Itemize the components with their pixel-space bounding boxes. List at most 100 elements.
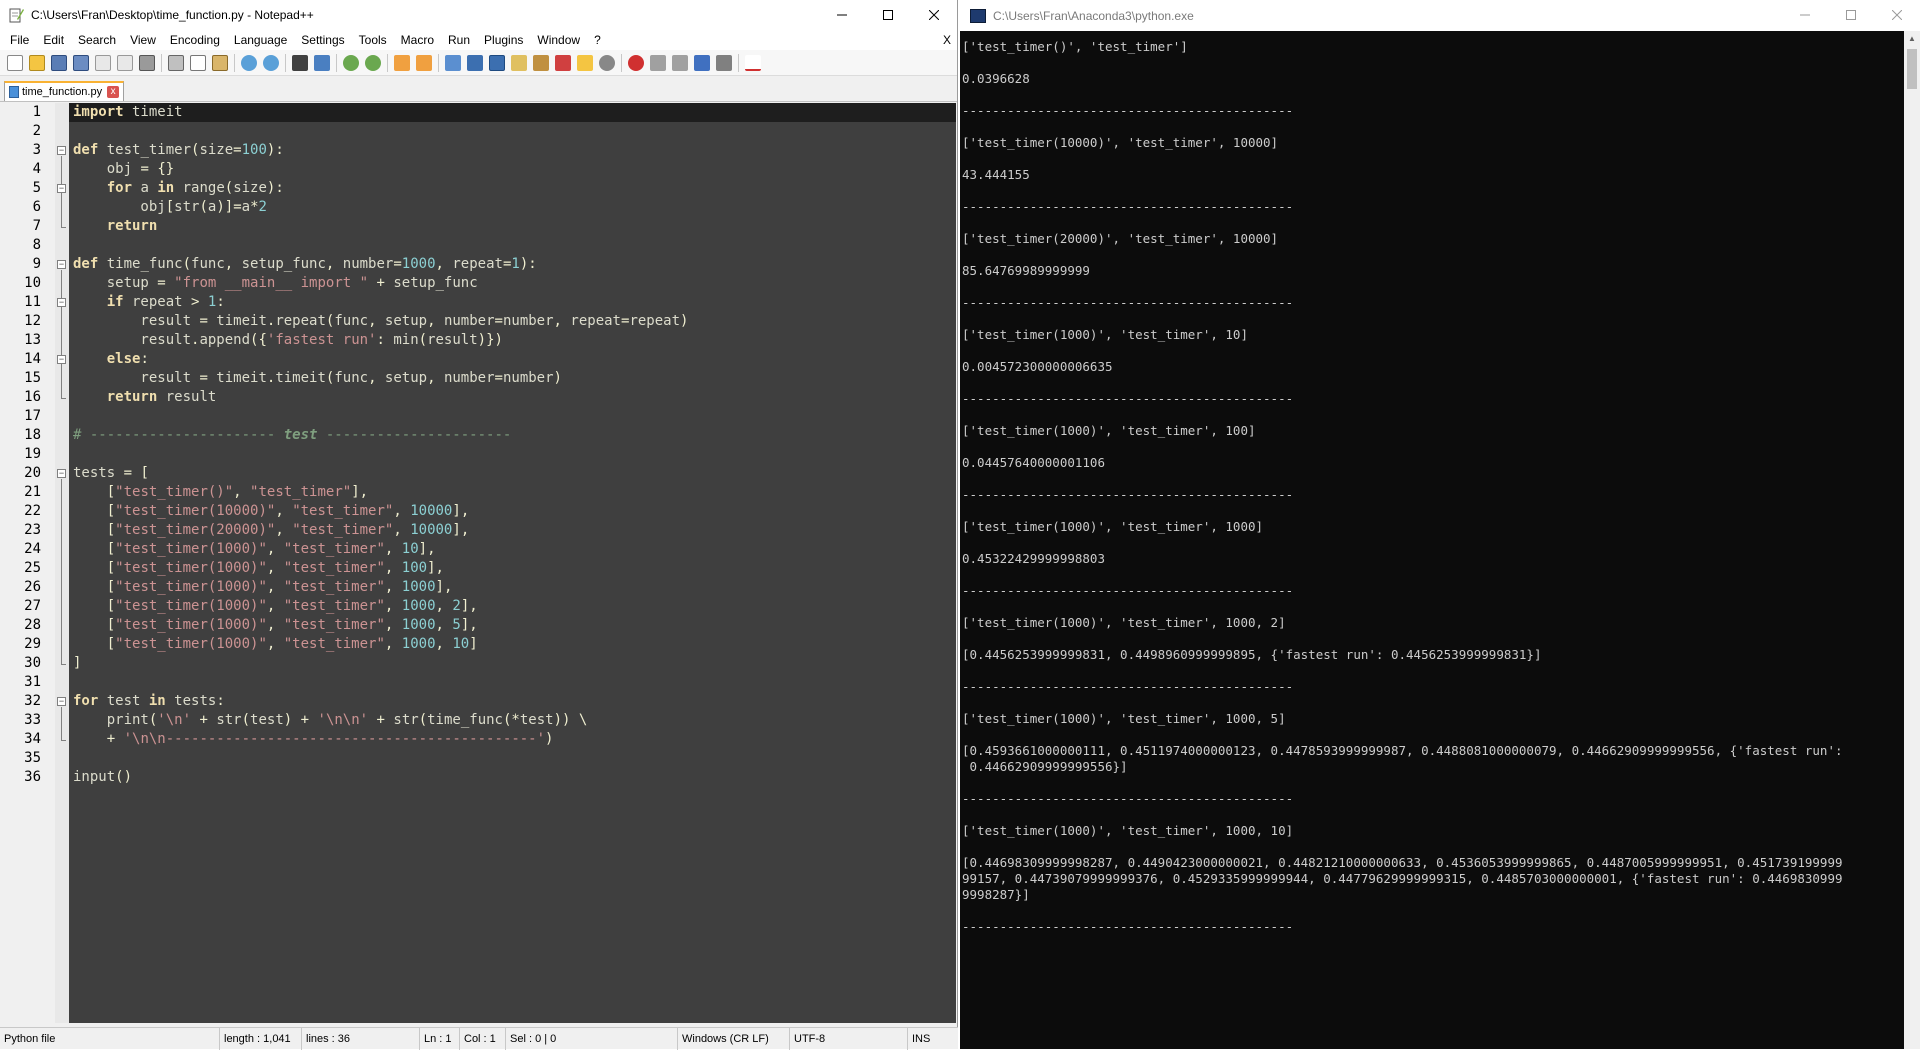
close-icon[interactable]	[911, 0, 957, 30]
code-line[interactable]: ["test_timer(1000)", "test_timer", 10],	[69, 540, 956, 559]
code-line[interactable]	[69, 236, 956, 255]
console-output[interactable]: ['test_timer()', 'test_timer'] 0.0396628 -…	[960, 31, 1904, 1049]
indent-guide-icon[interactable]	[489, 54, 505, 71]
replace-icon[interactable]	[314, 54, 330, 71]
print-icon[interactable]	[139, 54, 155, 71]
minimize-icon[interactable]	[819, 0, 865, 30]
close-document-button[interactable]: X	[943, 30, 951, 50]
menu-edit[interactable]: Edit	[36, 30, 71, 50]
show-all-chars-icon[interactable]	[467, 54, 483, 71]
play-macro-icon[interactable]	[672, 54, 688, 71]
fold-toggle-icon[interactable]: −	[57, 298, 66, 307]
menu-settings[interactable]: Settings	[294, 30, 351, 50]
find-icon[interactable]	[292, 54, 308, 71]
code-line[interactable]: def test_timer(size=100):	[69, 141, 956, 160]
code-line[interactable]: ["test_timer()", "test_timer"],	[69, 483, 956, 502]
status-eol[interactable]: Windows (CR LF)	[678, 1027, 790, 1050]
stop-macro-icon[interactable]	[650, 54, 666, 71]
code-line[interactable]: ["test_timer(10000)", "test_timer", 1000…	[69, 502, 956, 521]
run-macro-multiple-icon[interactable]	[694, 54, 710, 71]
save-macro-icon[interactable]	[716, 54, 732, 71]
fold-margin[interactable]: − − − − − − −	[55, 103, 69, 1023]
fold-toggle-icon[interactable]: −	[57, 260, 66, 269]
monitoring-icon[interactable]	[599, 54, 615, 71]
cut-icon[interactable]	[168, 54, 184, 71]
sync-horizontal-icon[interactable]	[416, 54, 432, 71]
menu-macro[interactable]: Macro	[394, 30, 441, 50]
code-line[interactable]: ["test_timer(20000)", "test_timer", 1000…	[69, 521, 956, 540]
code-line[interactable]	[69, 445, 956, 464]
code-line[interactable]: ["test_timer(1000)", "test_timer", 1000,…	[69, 635, 956, 654]
code-line[interactable]: for a in range(size):	[69, 179, 956, 198]
menu-help[interactable]: ?	[587, 30, 608, 50]
maximize-icon[interactable]	[1828, 0, 1874, 30]
code-line[interactable]: obj[str(a)]=a*2	[69, 198, 956, 217]
menu-file[interactable]: File	[3, 30, 36, 50]
code-line[interactable]: ["test_timer(1000)", "test_timer", 1000]…	[69, 578, 956, 597]
console-scrollbar[interactable]: ▲	[1904, 31, 1920, 1049]
code-line[interactable]: setup = "from __main__ import " + setup_…	[69, 274, 956, 293]
fold-toggle-icon[interactable]: −	[57, 697, 66, 706]
redo-icon[interactable]	[263, 54, 279, 71]
code-line[interactable]: else:	[69, 350, 956, 369]
menu-encoding[interactable]: Encoding	[163, 30, 227, 50]
code-line[interactable]	[69, 749, 956, 768]
fold-toggle-icon[interactable]: −	[57, 146, 66, 155]
console-title-bar[interactable]: C:\Users\Fran\Anaconda3\python.exe	[960, 0, 1920, 31]
code-editor[interactable]: 1 2 3 4 5 6 7 8 9 10 11 12 13 14 15 16 17 18 19 20 21 22 23 24 2…	[4, 103, 956, 1023]
open-file-icon[interactable]	[29, 54, 45, 71]
menu-run[interactable]: Run	[441, 30, 477, 50]
code-line[interactable]	[69, 122, 956, 141]
close-file-icon[interactable]	[95, 54, 111, 71]
zoom-in-icon[interactable]	[343, 54, 359, 71]
record-macro-icon[interactable]	[628, 54, 644, 71]
fold-toggle-icon[interactable]: −	[57, 355, 66, 364]
function-list-icon[interactable]	[533, 54, 549, 71]
scrollbar-thumb[interactable]	[1907, 49, 1917, 89]
code-line[interactable]: tests = [	[69, 464, 956, 483]
paste-icon[interactable]	[212, 54, 228, 71]
maximize-icon[interactable]	[865, 0, 911, 30]
fold-toggle-icon[interactable]: −	[57, 469, 66, 478]
project-icon[interactable]	[577, 54, 593, 71]
code-line[interactable]: if repeat > 1:	[69, 293, 956, 312]
folder-workspace-icon[interactable]	[555, 54, 571, 71]
tab-time-function-py[interactable]: time_function.py x	[4, 81, 125, 101]
menu-search[interactable]: Search	[71, 30, 123, 50]
fold-toggle-icon[interactable]: −	[57, 184, 66, 193]
code-line[interactable]: for test in tests:	[69, 692, 956, 711]
code-line[interactable]: print('\n' + str(test) + '\n\n' + str(ti…	[69, 711, 956, 730]
spell-check-icon[interactable]	[745, 54, 761, 71]
code-line[interactable]: return result	[69, 388, 956, 407]
code-text-area[interactable]: import timeit def test_timer(size=100): …	[69, 103, 956, 1023]
code-line[interactable]: obj = {}	[69, 160, 956, 179]
close-all-icon[interactable]	[117, 54, 133, 71]
copy-icon[interactable]	[190, 54, 206, 71]
word-wrap-icon[interactable]	[445, 54, 461, 71]
tab-close-icon[interactable]: x	[107, 86, 120, 98]
code-line[interactable]: result = timeit.repeat(func, setup, numb…	[69, 312, 956, 331]
close-icon[interactable]	[1874, 0, 1920, 30]
minimize-icon[interactable]	[1782, 0, 1828, 30]
undo-icon[interactable]	[241, 54, 257, 71]
doc-map-icon[interactable]	[511, 54, 527, 71]
code-line[interactable]: input()	[69, 768, 956, 787]
menu-window[interactable]: Window	[530, 30, 587, 50]
code-line[interactable]: ["test_timer(1000)", "test_timer", 100],	[69, 559, 956, 578]
menu-plugins[interactable]: Plugins	[477, 30, 530, 50]
code-line[interactable]: import timeit	[69, 103, 956, 122]
code-line[interactable]	[69, 407, 956, 426]
new-file-icon[interactable]	[7, 54, 23, 71]
save-icon[interactable]	[51, 54, 67, 71]
code-line[interactable]: + '\n\n---------------------------------…	[69, 730, 956, 749]
scroll-up-icon[interactable]: ▲	[1904, 31, 1920, 47]
code-line[interactable]: return	[69, 217, 956, 236]
code-line[interactable]: ["test_timer(1000)", "test_timer", 1000,…	[69, 597, 956, 616]
code-line[interactable]: result.append({'fastest run': min(result…	[69, 331, 956, 350]
status-encoding[interactable]: UTF-8	[790, 1027, 908, 1050]
code-line[interactable]: # ---------------------- test ----------…	[69, 426, 956, 445]
code-line[interactable]: ["test_timer(1000)", "test_timer", 1000,…	[69, 616, 956, 635]
npp-title-bar[interactable]: C:\Users\Fran\Desktop\time_function.py -…	[0, 0, 957, 30]
code-line[interactable]	[69, 673, 956, 692]
menu-tools[interactable]: Tools	[352, 30, 394, 50]
